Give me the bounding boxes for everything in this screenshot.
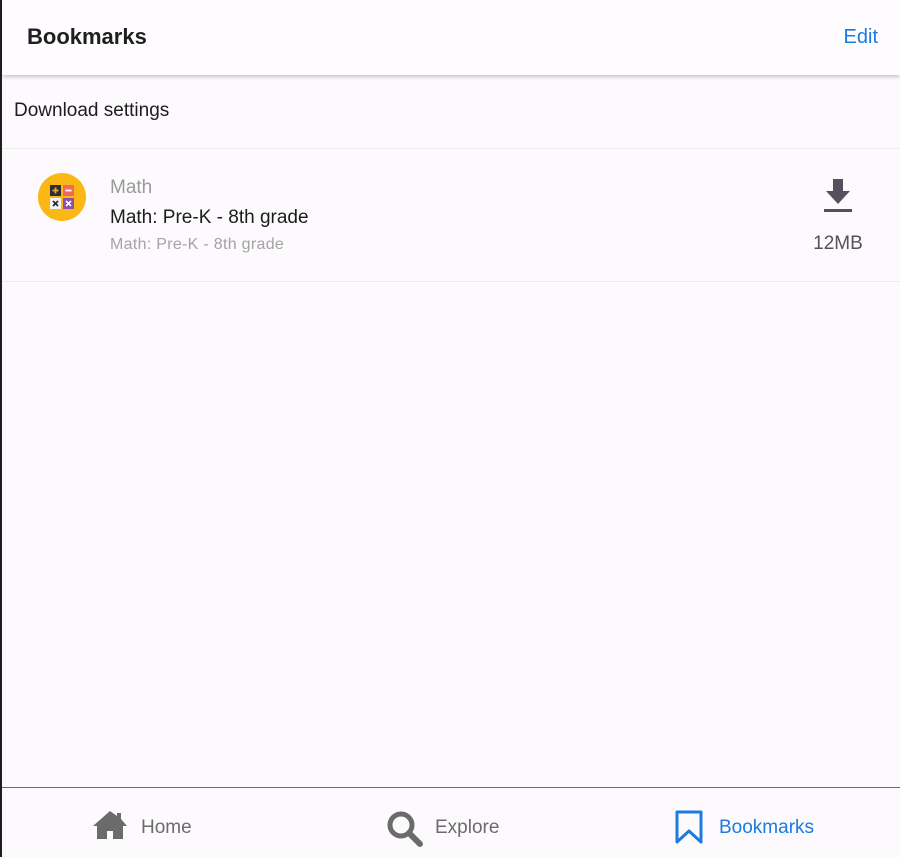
tab-home-label: Home <box>141 817 192 838</box>
download-settings-label: Download settings <box>14 100 170 121</box>
item-category: Math <box>110 177 153 198</box>
tab-home[interactable]: Home <box>92 788 212 857</box>
tab-bookmarks[interactable]: Bookmarks <box>674 788 824 857</box>
search-icon <box>387 811 423 847</box>
bookmark-icon <box>675 810 703 844</box>
home-icon <box>93 811 127 839</box>
app-header: Bookmarks Edit <box>2 0 900 75</box>
tab-bookmarks-label: Bookmarks <box>719 817 815 838</box>
tab-explore[interactable]: Explore <box>386 788 516 857</box>
bottom-tab-bar: Home Explore Bookmarks <box>2 787 900 857</box>
page-title: Bookmarks <box>27 24 147 49</box>
download-size: 12MB <box>813 233 863 254</box>
item-title: Math: Pre-K - 8th grade <box>110 207 309 228</box>
tab-explore-label: Explore <box>435 817 500 838</box>
item-subtitle: Math: Pre-K - 8th grade <box>110 236 285 253</box>
download-icon <box>824 179 852 212</box>
edit-button[interactable]: Edit <box>844 26 878 49</box>
math-operations-icon <box>38 173 86 221</box>
download-settings-row[interactable]: Download settings <box>2 75 900 149</box>
download-button[interactable]: 12MB <box>798 175 878 259</box>
bookmark-item[interactable]: Math Math: Pre-K - 8th grade Math: Pre-K… <box>2 149 900 282</box>
